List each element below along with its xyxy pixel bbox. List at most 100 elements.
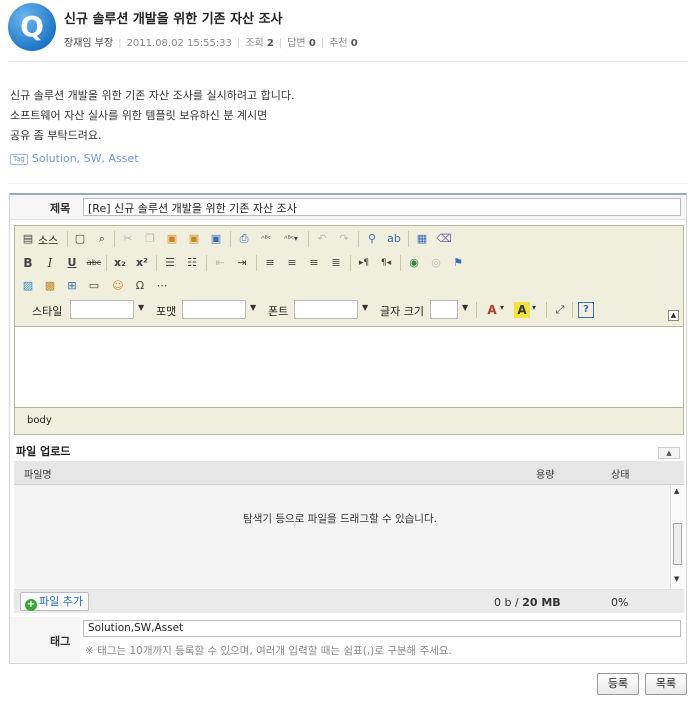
font-size-select[interactable] xyxy=(430,300,458,319)
upload-size-separator: / xyxy=(514,596,519,609)
align-left-icon[interactable]: ≡ xyxy=(262,255,278,271)
chevron-down-icon[interactable]: ▾ xyxy=(532,303,536,312)
spellcheck-icon[interactable]: ᴬᴮᶜ xyxy=(258,231,274,247)
superscript-icon[interactable]: x² xyxy=(134,255,150,271)
upload-usage: 0 b / 20 MB xyxy=(494,596,561,609)
file-drop-zone[interactable]: 탐색기 등으로 파일을 드래그할 수 있습니다. ▲ ▼ xyxy=(14,485,684,589)
scrollbar-thumb[interactable] xyxy=(673,523,682,565)
copy-icon[interactable]: ❐ xyxy=(142,231,158,247)
views-count: 2 xyxy=(266,38,274,49)
eraser-icon[interactable]: ⌫ xyxy=(436,231,452,247)
submit-button[interactable]: 등록 xyxy=(597,673,639,695)
chevron-up-icon[interactable]: ▲ xyxy=(658,447,680,459)
tag-link[interactable]: Asset xyxy=(109,152,139,165)
add-file-button[interactable]: + 파일 추가 xyxy=(20,592,89,611)
title-input[interactable]: [Re] 신규 솔루션 개발을 위한 기존 자산 조사 xyxy=(83,198,681,216)
paste-word-icon[interactable]: ▣ xyxy=(208,231,224,247)
flash-icon[interactable]: ▩ xyxy=(42,278,58,294)
scrollbar[interactable]: ▲ ▼ xyxy=(670,485,684,589)
chevron-down-icon[interactable]: ▼ xyxy=(462,303,468,312)
source-button[interactable]: 소스 xyxy=(38,232,58,248)
chevron-down-icon[interactable]: ▼ xyxy=(250,303,256,312)
align-justify-icon[interactable]: ≣ xyxy=(328,255,344,271)
column-size: 용량 xyxy=(536,470,555,481)
toolbar-separator xyxy=(106,255,107,271)
toolbar-separator xyxy=(206,255,207,271)
smiley-icon[interactable]: ☺ xyxy=(110,278,126,294)
subscript-icon[interactable]: x₂ xyxy=(112,255,128,271)
undo-icon[interactable]: ↶ xyxy=(314,231,330,247)
add-file-label: 파일 추가 xyxy=(39,595,83,608)
editor-content-area[interactable] xyxy=(15,326,683,408)
strikethrough-icon[interactable]: abc xyxy=(86,255,102,271)
new-page-icon[interactable]: ▢ xyxy=(72,231,88,247)
chevron-down-icon[interactable]: ▼ xyxy=(362,303,368,312)
redo-icon[interactable]: ↷ xyxy=(336,231,352,247)
find-icon[interactable]: ⚲ xyxy=(364,231,380,247)
page-break-icon[interactable]: ⋯ xyxy=(154,278,170,294)
unlink-icon[interactable]: ◎ xyxy=(428,255,444,271)
bold-icon[interactable]: B xyxy=(20,255,36,271)
scroll-up-icon[interactable]: ▲ xyxy=(674,487,679,495)
print-icon[interactable]: ⎙ xyxy=(236,231,252,247)
numbered-list-icon[interactable]: ☰ xyxy=(162,255,178,271)
column-filename: 파일명 xyxy=(24,470,52,481)
collapse-toolbar-icon[interactable]: ▲ xyxy=(668,310,679,321)
reply-form: 제목 [Re] 신규 솔루션 개발을 위한 기존 자산 조사 ▤ 소스 ▢ ⌕ … xyxy=(9,193,687,664)
list-button[interactable]: 목록 xyxy=(645,673,687,695)
bulleted-list-icon[interactable]: ☷ xyxy=(184,255,200,271)
post-author[interactable]: 장재임 부장 xyxy=(64,38,113,49)
special-char-icon[interactable]: Ω xyxy=(132,278,148,294)
maximize-icon[interactable]: ⤢ xyxy=(552,302,568,318)
align-right-icon[interactable]: ≡ xyxy=(306,255,322,271)
post-body-line: 공유 좀 부탁드려요. xyxy=(10,129,102,142)
paste-text-icon[interactable]: ▣ xyxy=(186,231,202,247)
toolbar-separator xyxy=(546,302,547,318)
toolbar-separator xyxy=(476,302,477,318)
link-icon[interactable]: ◉ xyxy=(406,255,422,271)
upload-used: 0 b xyxy=(494,596,512,609)
tag-input[interactable]: Solution,SW,Asset xyxy=(83,620,681,637)
meta-divider: | xyxy=(320,38,325,49)
chevron-down-icon[interactable]: ▼ xyxy=(138,303,144,312)
format-select[interactable] xyxy=(182,300,246,319)
italic-icon[interactable]: I xyxy=(42,255,58,271)
tag-link[interactable]: Solution xyxy=(32,152,77,165)
drop-message: 탐색기 등으로 파일을 드래그할 수 있습니다. xyxy=(243,513,437,525)
paste-icon[interactable]: ▣ xyxy=(164,231,180,247)
horizontal-rule-icon[interactable]: ▭ xyxy=(86,278,102,294)
text-color-icon[interactable]: A xyxy=(484,302,500,318)
post-meta: 장재임 부장 | 2011.08.02 15:55:33 | 조회 2 | 답변 0 | 추천 … xyxy=(64,34,358,49)
font-select[interactable] xyxy=(294,300,358,319)
align-center-icon[interactable]: ≡ xyxy=(284,255,300,271)
source-icon[interactable]: ▤ xyxy=(20,231,36,247)
bg-color-icon[interactable]: A xyxy=(514,302,530,318)
rich-text-editor: ▤ 소스 ▢ ⌕ ✂ ❐ ▣ ▣ ▣ ⎙ ᴬᴮᶜ ᴬᴮᶜ▾ ↶ ↷ ⚲ ab ▦… xyxy=(14,225,684,435)
tag-link[interactable]: SW xyxy=(84,152,102,165)
scroll-down-icon[interactable]: ▼ xyxy=(674,575,679,583)
anchor-flag-icon[interactable]: ⚑ xyxy=(450,255,466,271)
underline-icon[interactable]: U xyxy=(64,255,80,271)
indent-icon[interactable]: ⇥ xyxy=(234,255,250,271)
toolbar-separator xyxy=(256,255,257,271)
tag-row: 태그 Solution,SW,Asset ※ 태그는 10개까지 등록할 수 있… xyxy=(10,617,686,663)
spellcheck-dropdown-icon[interactable]: ᴬᴮᶜ▾ xyxy=(280,231,302,247)
rtl-icon[interactable]: ¶◂ xyxy=(378,255,394,271)
column-status: 상태 xyxy=(611,470,630,481)
title-label: 제목 xyxy=(50,202,71,215)
chevron-down-icon[interactable]: ▾ xyxy=(500,303,504,312)
ltr-icon[interactable]: ▸¶ xyxy=(356,255,372,271)
style-select[interactable] xyxy=(70,300,134,319)
table-icon[interactable]: ⊞ xyxy=(64,278,80,294)
toolbar-separator xyxy=(350,255,351,271)
replace-icon[interactable]: ab xyxy=(386,231,402,247)
cut-icon[interactable]: ✂ xyxy=(120,231,136,247)
preview-icon[interactable]: ⌕ xyxy=(94,231,110,247)
image-icon[interactable]: ▨ xyxy=(20,278,36,294)
plus-icon: + xyxy=(25,599,37,611)
tag-separator: , xyxy=(101,152,106,165)
select-all-icon[interactable]: ▦ xyxy=(414,231,430,247)
outdent-icon[interactable]: ⇤ xyxy=(212,255,228,271)
element-path[interactable]: body xyxy=(27,415,52,426)
help-icon[interactable]: ? xyxy=(578,302,594,318)
